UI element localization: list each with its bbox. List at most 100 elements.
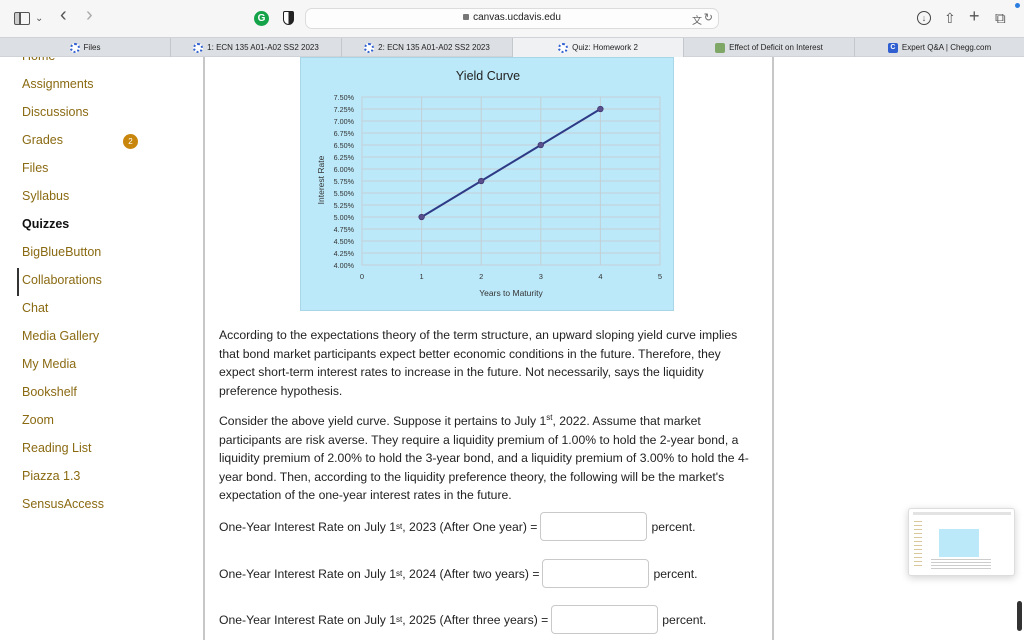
tab-label: 2: ECN 135 A01-A02 SS2 2023 xyxy=(378,43,490,52)
screenshot-thumbnail[interactable] xyxy=(908,508,1015,576)
nav-collaborations[interactable]: Collaborations xyxy=(22,273,102,287)
tab-bar: Files 1: ECN 135 A01-A02 SS2 2023 2: ECN… xyxy=(0,37,1024,57)
nav-home[interactable]: Home xyxy=(22,57,55,63)
tab-label: Quiz: Homework 2 xyxy=(572,43,638,52)
data-point xyxy=(597,105,604,113)
tab-label: Expert Q&A | Chegg.com xyxy=(901,43,992,52)
answer-row-2025: One-Year Interest Rate on July 1st, 2025… xyxy=(219,605,706,634)
answer-input-2024[interactable] xyxy=(542,559,650,588)
thumbnail-text xyxy=(931,559,991,571)
nav-assignments[interactable]: Assignments xyxy=(22,77,94,91)
answer-label-suffix: , 2024 (After two years) = xyxy=(402,566,540,581)
downloads-icon[interactable]: ↓ xyxy=(917,11,931,25)
nav-media-gallery[interactable]: Media Gallery xyxy=(22,329,99,343)
x-tick-label: 0 xyxy=(360,272,364,281)
x-tick-label: 2 xyxy=(479,272,483,281)
nav-bookshelf[interactable]: Bookshelf xyxy=(22,385,77,399)
y-tick-label: 5.00% xyxy=(334,213,355,222)
answer-label-suffix: , 2025 (After three years) = xyxy=(402,612,549,627)
y-tick-label: 4.00% xyxy=(334,261,355,270)
unit-label: percent. xyxy=(662,612,707,627)
new-tab-button[interactable]: + xyxy=(969,6,980,26)
tab-label: 1: ECN 135 A01-A02 SS2 2023 xyxy=(207,43,319,52)
sidebar-toggle-icon[interactable] xyxy=(14,12,30,25)
y-tick-label: 6.00% xyxy=(334,165,355,174)
x-tick-label: 5 xyxy=(658,272,662,281)
answer-label-suffix: , 2023 (After One year) = xyxy=(402,519,538,534)
chart-grid xyxy=(361,96,661,266)
url-text: canvas.ucdavis.edu xyxy=(473,12,561,23)
document-icon xyxy=(715,42,726,53)
answer-input-2025[interactable] xyxy=(551,605,659,634)
thumbnail-nav xyxy=(914,521,922,566)
y-axis-label: Interest Rate xyxy=(316,155,326,204)
tab-label: Files xyxy=(83,43,101,52)
answer-label: One-Year Interest Rate on July 1 xyxy=(219,519,397,534)
canvas-icon xyxy=(364,42,375,53)
nav-syllabus[interactable]: Syllabus xyxy=(22,189,69,203)
tab-ecn135-1[interactable]: 1: ECN 135 A01-A02 SS2 2023 xyxy=(171,38,342,57)
canvas-icon xyxy=(69,42,80,53)
translate-icon[interactable]: 文 xyxy=(692,12,702,27)
y-tick-label: 7.50% xyxy=(334,93,355,102)
x-axis-label: Years to Maturity xyxy=(479,288,543,298)
tab-effect-of-deficit[interactable]: Effect of Deficit on Interest xyxy=(684,38,855,57)
forward-button[interactable]: › xyxy=(86,4,93,26)
chart-svg: Yield Curve Interest Rate Years to Matur… xyxy=(316,69,662,298)
nav-zoom[interactable]: Zoom xyxy=(22,413,54,427)
x-tick-label: 3 xyxy=(539,272,543,281)
scrollbar-thumb[interactable] xyxy=(1017,601,1022,631)
nav-my-media[interactable]: My Media xyxy=(22,357,76,371)
y-tick-label: 5.50% xyxy=(334,189,355,198)
nav-quizzes[interactable]: Quizzes xyxy=(22,217,69,231)
nav-chat[interactable]: Chat xyxy=(22,301,48,315)
nav-discussions[interactable]: Discussions xyxy=(22,105,89,119)
paragraph2-text-a: Consider the above yield curve. Suppose … xyxy=(219,414,547,429)
active-indicator xyxy=(17,268,19,296)
address-bar[interactable]: canvas.ucdavis.edu 文 ↻ xyxy=(305,8,719,29)
y-tick-label: 7.00% xyxy=(334,117,355,126)
nav-files[interactable]: Files xyxy=(22,161,48,175)
x-tick-label: 4 xyxy=(598,272,602,281)
chevron-down-icon[interactable]: ⌄ xyxy=(35,9,43,27)
privacy-shield-icon[interactable] xyxy=(283,11,294,25)
tab-files[interactable]: Files xyxy=(0,38,171,57)
answer-row-2023: One-Year Interest Rate on July 1st, 2023… xyxy=(219,512,695,541)
y-tick-label: 5.25% xyxy=(334,201,355,210)
canvas-icon xyxy=(558,42,569,53)
tab-quiz-homework-2[interactable]: Quiz: Homework 2 xyxy=(513,38,684,57)
data-point xyxy=(537,141,544,149)
tab-overview-icon[interactable]: ⧉ xyxy=(995,9,1006,27)
series-line xyxy=(421,108,601,218)
question-paragraph-1: According to the expectations theory of … xyxy=(219,328,738,398)
unit-label: percent. xyxy=(651,519,696,534)
reload-icon[interactable]: ↻ xyxy=(704,11,713,24)
nav-bigbluebutton[interactable]: BigBlueButton xyxy=(22,245,101,259)
answer-input-2023[interactable] xyxy=(540,512,648,541)
answer-label: One-Year Interest Rate on July 1 xyxy=(219,612,397,627)
nav-piazza[interactable]: Piazza 1.3 xyxy=(22,469,80,483)
y-tick-label: 6.25% xyxy=(334,153,355,162)
thumbnail-chart xyxy=(939,529,979,557)
y-tick-label: 4.50% xyxy=(334,237,355,246)
y-tick-label: 4.25% xyxy=(334,249,355,258)
question-paragraph-2: Consider the above yield curve. Suppose … xyxy=(219,409,759,505)
data-point xyxy=(418,213,425,221)
grades-badge: 2 xyxy=(123,134,138,149)
unit-label: percent. xyxy=(653,566,698,581)
share-icon[interactable]: ⇧ xyxy=(944,9,956,27)
tab-chegg[interactable]: C Expert Q&A | Chegg.com xyxy=(855,38,1024,57)
yield-curve-chart: Yield Curve Interest Rate Years to Matur… xyxy=(300,57,674,311)
y-tick-label: 7.25% xyxy=(334,105,355,114)
y-tick-label: 6.50% xyxy=(334,141,355,150)
notification-dot xyxy=(1015,3,1020,8)
nav-reading-list[interactable]: Reading List xyxy=(22,441,92,455)
grammarly-extension-icon[interactable]: G xyxy=(254,11,269,26)
back-button[interactable]: ‹ xyxy=(60,4,67,26)
x-tick-label: 1 xyxy=(420,272,424,281)
tab-label: Effect of Deficit on Interest xyxy=(729,43,823,52)
y-tick-label: 5.75% xyxy=(334,177,355,186)
tab-ecn135-2[interactable]: 2: ECN 135 A01-A02 SS2 2023 xyxy=(342,38,513,57)
nav-grades[interactable]: Grades xyxy=(22,133,63,147)
nav-sensusaccess[interactable]: SensusAccess xyxy=(22,497,104,511)
